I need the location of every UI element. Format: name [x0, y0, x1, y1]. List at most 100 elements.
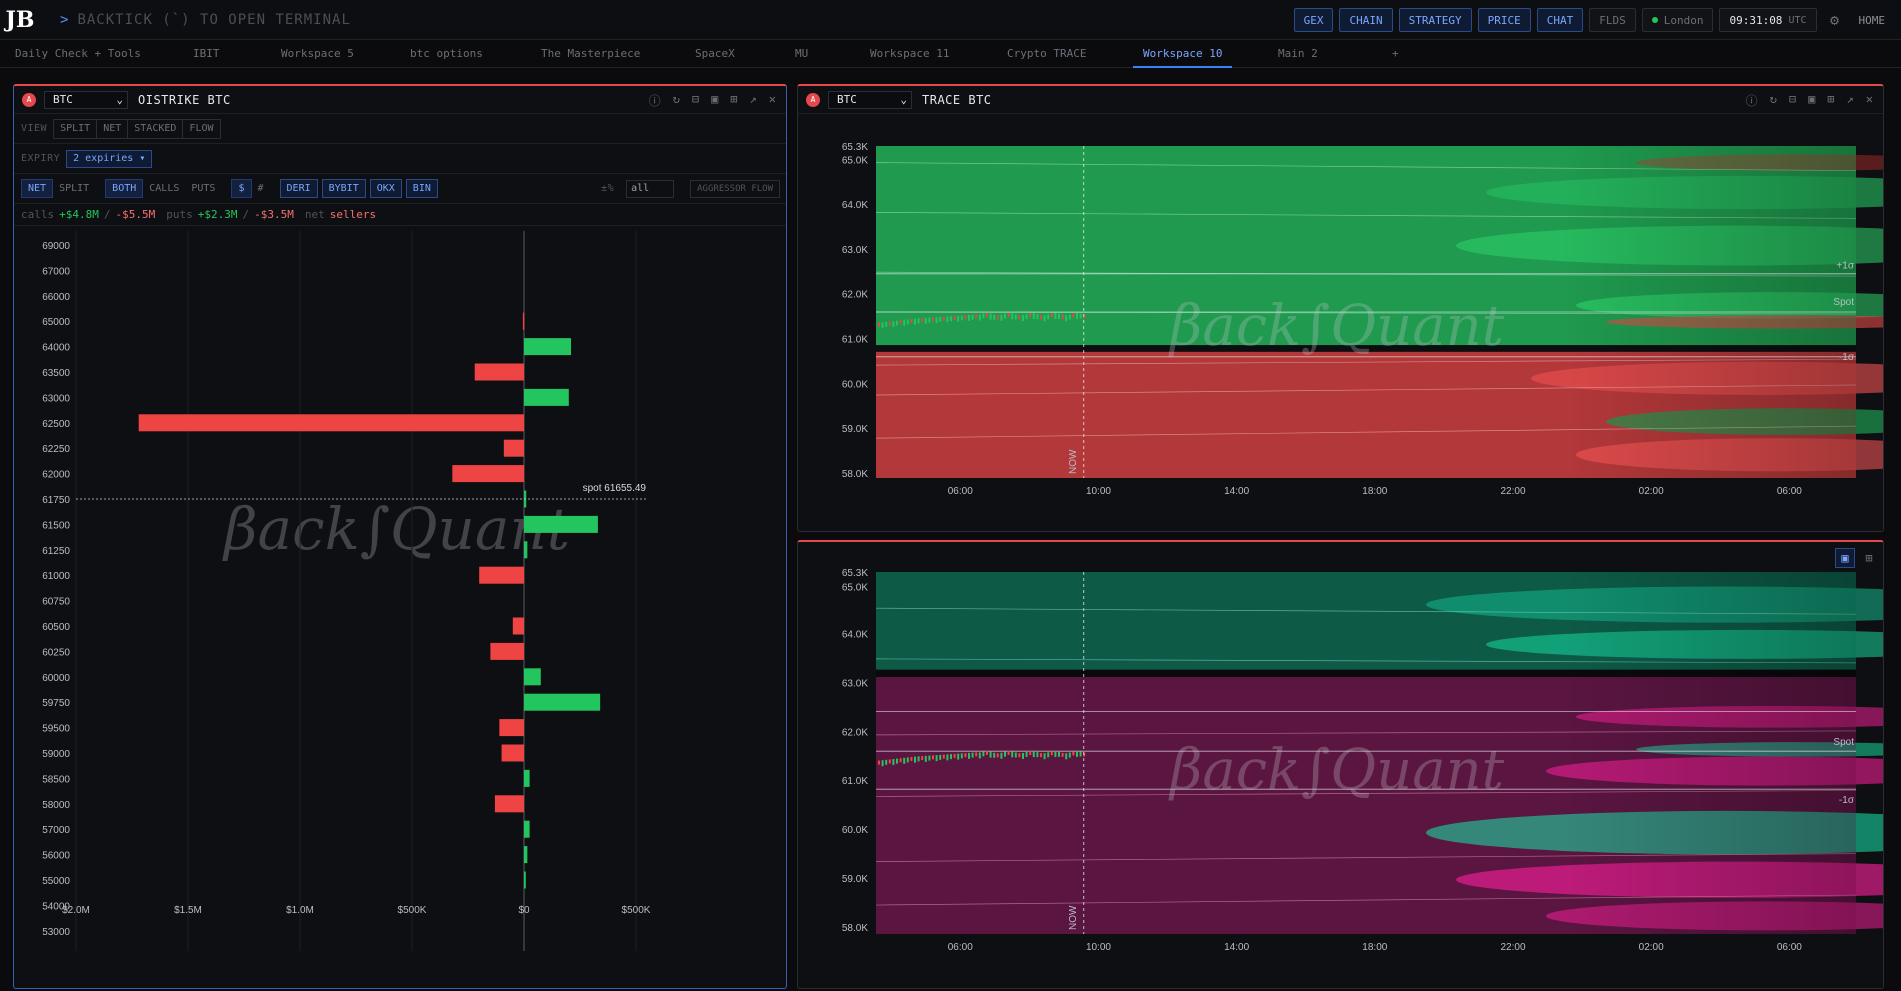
- price-candle: [960, 315, 963, 321]
- side-puts-button[interactable]: PUTS: [185, 179, 221, 198]
- price-candle: [888, 321, 891, 326]
- side-both-button[interactable]: BOTH: [105, 179, 144, 198]
- view-flow-button[interactable]: FLOW: [183, 120, 219, 138]
- price-candle: [950, 754, 952, 760]
- price-candle: [978, 752, 981, 759]
- grid-icon[interactable]: ⊞: [730, 92, 737, 109]
- info-icon[interactable]: ⓘ: [1746, 92, 1758, 109]
- x-tick-label: 10:00: [1086, 942, 1111, 953]
- asset-select[interactable]: BTC ⌄: [44, 90, 128, 109]
- price-candle: [914, 318, 916, 325]
- unit-count-button[interactable]: #: [252, 179, 270, 198]
- tab-daily-check[interactable]: Daily Check + Tools: [15, 40, 141, 68]
- exchange-bybit-button[interactable]: BYBIT: [321, 179, 366, 198]
- price-candle: [928, 317, 931, 323]
- expiry-dropdown[interactable]: 2 expiries ▾: [66, 149, 153, 168]
- aggressor-flow-button[interactable]: AGGRESSOR FLOW: [690, 179, 780, 198]
- y-tick-label: 61.0K: [842, 776, 868, 787]
- view-split-button[interactable]: SPLIT: [54, 119, 98, 138]
- price-candle: [957, 753, 960, 760]
- net-value: sellers: [329, 208, 377, 221]
- refresh-icon[interactable]: ↻: [1770, 92, 1777, 109]
- price-candle: [971, 752, 974, 758]
- price-candle: [1014, 314, 1017, 320]
- price-candle: [1025, 751, 1028, 757]
- expand-icon[interactable]: ↗: [1847, 92, 1854, 109]
- tab-mu[interactable]: MU: [795, 40, 808, 68]
- filter-row: NET SPLIT BOTH CALLS PUTS $ # DERI BYBIT…: [14, 174, 786, 204]
- price-candle: [1014, 752, 1017, 758]
- location-badge[interactable]: London: [1641, 8, 1714, 32]
- mode-net-button[interactable]: NET: [21, 179, 54, 198]
- tab-workspace-5[interactable]: Workspace 5: [281, 40, 354, 68]
- strike-label: 62500: [42, 419, 70, 430]
- info-icon[interactable]: ⓘ: [649, 92, 661, 109]
- net-label: net: [304, 208, 325, 221]
- exchange-deri-button[interactable]: DERI: [279, 179, 318, 198]
- close-icon[interactable]: ✕: [769, 92, 776, 109]
- price-candle: [1058, 313, 1060, 319]
- terminal-prompt[interactable]: > BACKTICK (`) TO OPEN TERMINAL: [60, 12, 351, 28]
- exchange-bin-button[interactable]: BIN: [405, 179, 438, 198]
- x-tick-label: 06:00: [948, 486, 973, 497]
- nav-chat-button[interactable]: CHAT: [1536, 8, 1584, 32]
- price-candle: [924, 317, 927, 324]
- nav-gex-button[interactable]: GEX: [1293, 8, 1334, 32]
- nav-flds-button[interactable]: FLDS: [1589, 8, 1636, 32]
- price-candle: [932, 755, 934, 760]
- price-candle: [910, 757, 913, 762]
- x-tick-label: 22:00: [1500, 486, 1525, 497]
- asset-select[interactable]: BTC ⌄: [828, 90, 912, 109]
- y-tick-label: 64.0K: [842, 200, 868, 211]
- y-tick-label: 65.3K: [842, 142, 868, 153]
- side-calls-button[interactable]: CALLS: [143, 179, 185, 198]
- percent-input[interactable]: all: [626, 179, 675, 198]
- unit-dollar-button[interactable]: $: [231, 179, 252, 198]
- strike-label: 60500: [42, 622, 70, 633]
- gear-icon[interactable]: ⚙: [1823, 8, 1847, 32]
- calls-label: calls: [21, 208, 55, 221]
- oi-bar: [490, 642, 524, 660]
- price-candle: [1004, 313, 1006, 319]
- grid-icon[interactable]: ⊞: [1827, 92, 1834, 109]
- tab-crypto-trace[interactable]: Crypto TRACE: [1007, 40, 1086, 68]
- app-logo[interactable]: JB: [0, 0, 40, 40]
- tab-main-2[interactable]: Main 2: [1278, 40, 1318, 68]
- minimize-icon[interactable]: ⊟: [692, 92, 699, 109]
- tab-workspace-10[interactable]: Workspace 10: [1133, 40, 1233, 68]
- expand-icon[interactable]: ↗: [750, 92, 757, 109]
- refresh-icon[interactable]: ↻: [673, 92, 680, 109]
- price-candle: [1018, 753, 1021, 758]
- strike-label: 61500: [42, 520, 70, 531]
- tab-workspace-11[interactable]: Workspace 11: [870, 40, 949, 68]
- view-net-button[interactable]: NET: [97, 119, 129, 138]
- view-stacked-button[interactable]: STACKED: [128, 119, 184, 138]
- nav-price-button[interactable]: PRICE: [1477, 8, 1531, 32]
- exchange-okx-button[interactable]: OKX: [369, 179, 402, 198]
- nav-chain-button[interactable]: CHAIN: [1339, 8, 1393, 32]
- price-candle: [1054, 750, 1057, 757]
- nav-strategy-button[interactable]: STRATEGY: [1398, 8, 1472, 32]
- tab-ibit[interactable]: IBIT: [193, 40, 220, 68]
- add-tab-button[interactable]: +: [1392, 40, 1399, 68]
- price-candle: [1007, 750, 1010, 755]
- mode-toggle: NET SPLIT: [21, 179, 95, 198]
- mode-split-button[interactable]: SPLIT: [53, 179, 95, 198]
- home-button[interactable]: HOME: [1853, 14, 1892, 27]
- x-tick-label: $0: [518, 905, 530, 916]
- x-tick-label: 18:00: [1362, 486, 1387, 497]
- strike-label: 56000: [42, 851, 70, 862]
- tab-spacex[interactable]: SpaceX: [695, 40, 735, 68]
- layout-icon[interactable]: ▣: [1808, 92, 1815, 109]
- x-tick-label: 22:00: [1500, 942, 1525, 953]
- oi-bar: [524, 515, 598, 533]
- tab-the-masterpiece[interactable]: The Masterpiece: [541, 40, 640, 68]
- price-candle: [914, 756, 916, 763]
- close-icon[interactable]: ✕: [1866, 92, 1873, 109]
- price-candle: [881, 322, 884, 329]
- minimize-icon[interactable]: ⊟: [1789, 92, 1796, 109]
- layout-icon[interactable]: ▣: [711, 92, 718, 109]
- x-tick-label: 06:00: [1777, 942, 1802, 953]
- price-candle: [892, 759, 895, 766]
- tab-btc-options[interactable]: btc options: [410, 40, 483, 68]
